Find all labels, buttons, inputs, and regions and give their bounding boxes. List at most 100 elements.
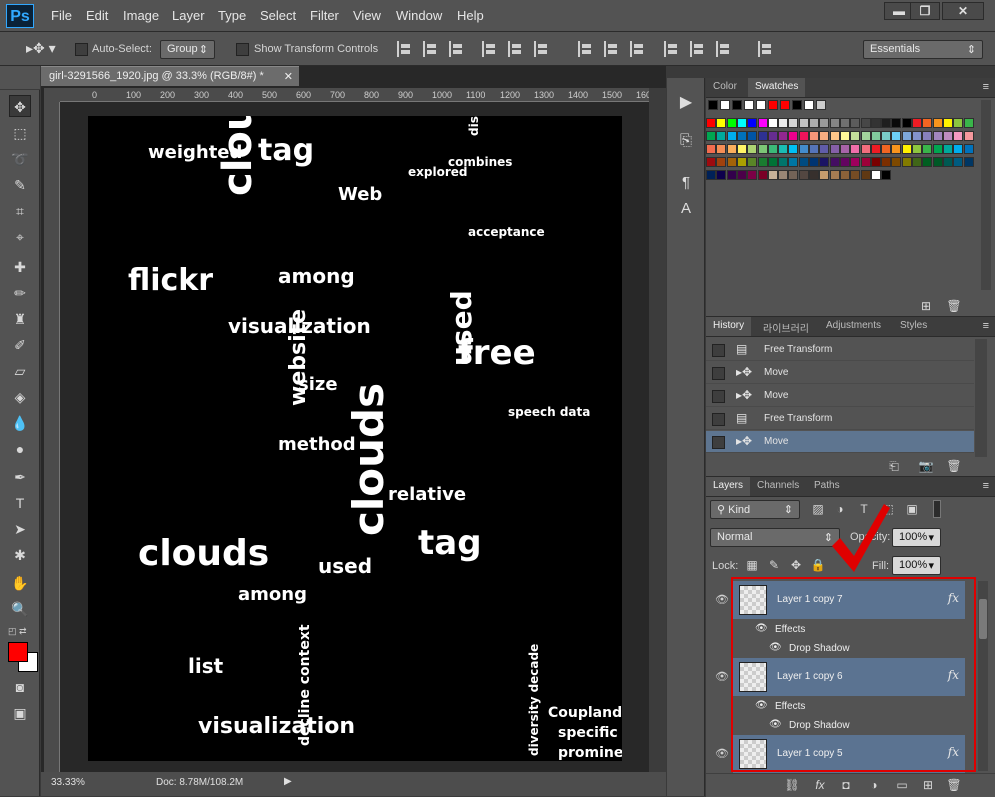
swatch[interactable] xyxy=(839,157,850,167)
swatch[interactable] xyxy=(860,144,871,154)
history-source-checkbox[interactable] xyxy=(712,413,725,426)
panel-menu-icon[interactable]: ≡ xyxy=(983,480,989,492)
swatch[interactable] xyxy=(870,118,881,128)
filter-toggle[interactable] xyxy=(933,500,941,518)
swatch[interactable] xyxy=(912,118,922,128)
new-layer-icon[interactable]: ⊞ xyxy=(920,777,936,793)
swatch[interactable] xyxy=(736,157,747,167)
swatch[interactable] xyxy=(767,157,778,167)
swatch[interactable] xyxy=(706,170,716,180)
swatch[interactable] xyxy=(932,157,943,167)
clone-stamp-tool-icon[interactable]: ♜ xyxy=(9,308,31,330)
swatch[interactable] xyxy=(922,157,933,167)
distribute-vcenter-icon[interactable] xyxy=(604,41,620,57)
tab-color[interactable]: Color xyxy=(706,78,744,97)
swatch[interactable] xyxy=(706,157,716,167)
auto-select-checkbox[interactable] xyxy=(75,43,88,56)
menu-select[interactable]: Select xyxy=(260,8,296,23)
blend-mode-dropdown[interactable]: Normal ⇕ xyxy=(710,528,840,547)
recent-swatch[interactable] xyxy=(792,100,802,110)
swatch[interactable] xyxy=(757,170,768,180)
lock-position-icon[interactable]: ✥ xyxy=(788,557,804,573)
eraser-tool-icon[interactable]: ▱ xyxy=(9,360,31,382)
swatch[interactable] xyxy=(901,131,912,141)
history-source-checkbox[interactable] xyxy=(712,367,725,380)
history-state[interactable]: ▸✥ Move xyxy=(706,385,974,407)
swatch[interactable] xyxy=(839,170,850,180)
swatch[interactable] xyxy=(798,131,809,141)
crop-tool-icon[interactable]: ⌗ xyxy=(9,200,31,222)
swatch[interactable] xyxy=(891,131,902,141)
swatch[interactable] xyxy=(870,170,881,180)
swatch[interactable] xyxy=(736,144,747,154)
history-state[interactable]: ▤ Free Transform xyxy=(706,339,974,361)
swatch[interactable] xyxy=(963,157,974,167)
recent-swatch[interactable] xyxy=(732,100,742,110)
swatch[interactable] xyxy=(767,170,778,180)
lock-transparent-icon[interactable]: ▦ xyxy=(744,557,760,573)
swatch[interactable] xyxy=(798,157,809,167)
swatch[interactable] xyxy=(757,144,768,154)
new-group-folder-icon[interactable]: ▭ xyxy=(894,777,910,793)
marquee-tool-icon[interactable]: ⬚ xyxy=(9,122,31,144)
swatch[interactable] xyxy=(819,118,830,128)
zoom-tool-icon[interactable]: 🔍 xyxy=(9,598,31,620)
lock-all-icon[interactable]: 🔒 xyxy=(810,557,826,573)
filter-smart-object-icon[interactable]: ▣ xyxy=(904,501,920,517)
pen-tool-icon[interactable]: ✒ xyxy=(9,466,31,488)
history-state[interactable]: ▸✥ Move xyxy=(706,431,974,453)
swatch[interactable] xyxy=(850,170,861,180)
swatch[interactable] xyxy=(706,144,716,154)
swatch[interactable] xyxy=(747,131,758,141)
menu-type[interactable]: Type xyxy=(218,8,246,23)
recent-swatch[interactable] xyxy=(720,100,730,110)
swatch[interactable] xyxy=(942,144,953,154)
swatch[interactable] xyxy=(839,118,850,128)
layers-scrollbar[interactable] xyxy=(978,581,988,771)
recent-swatch[interactable] xyxy=(708,100,718,110)
swatch[interactable] xyxy=(757,118,768,128)
swatch[interactable] xyxy=(881,118,892,128)
swatch[interactable] xyxy=(881,170,892,180)
swatch[interactable] xyxy=(839,144,850,154)
eyedropper-tool-icon[interactable]: ⌖ xyxy=(9,226,31,248)
swatch[interactable] xyxy=(922,144,933,154)
restore-button[interactable]: ❐ xyxy=(910,2,940,20)
quick-select-tool-icon[interactable]: ✎ xyxy=(9,174,31,196)
image-canvas[interactable]: weighted tag clouds Web visualization clouds u… xyxy=(88,116,622,761)
swatch[interactable] xyxy=(757,157,768,167)
link-layers-icon[interactable]: ⛓ xyxy=(784,777,800,793)
swatch[interactable] xyxy=(932,144,943,154)
swatch[interactable] xyxy=(767,144,778,154)
swatch[interactable] xyxy=(860,131,871,141)
tab-adjustments[interactable]: Adjustments xyxy=(819,317,888,336)
dodge-tool-icon[interactable]: ● xyxy=(9,438,31,460)
layer-visibility-eye-icon[interactable]: 👁 xyxy=(715,593,729,606)
opacity-field[interactable]: 100% ▾ xyxy=(892,528,941,547)
recent-swatch[interactable] xyxy=(756,100,766,110)
close-button[interactable]: ✕ xyxy=(942,2,984,20)
swatch[interactable] xyxy=(819,131,830,141)
tab-libraries[interactable]: 라이브러리 xyxy=(756,317,816,336)
shape-tool-icon[interactable]: ✱ xyxy=(9,544,31,566)
recent-swatch[interactable] xyxy=(768,100,778,110)
swatch[interactable] xyxy=(778,157,789,167)
swatch[interactable] xyxy=(716,170,727,180)
vertical-ruler[interactable] xyxy=(44,102,60,772)
swatch[interactable] xyxy=(881,157,892,167)
swatch[interactable] xyxy=(839,131,850,141)
swatch[interactable] xyxy=(963,131,974,141)
swatch[interactable] xyxy=(788,157,799,167)
move-tool-preset-icon[interactable]: ▸✥ ▾ xyxy=(26,40,56,57)
delete-state-icon[interactable]: 🗑 xyxy=(946,458,962,474)
swatch[interactable] xyxy=(953,144,964,154)
swatch[interactable] xyxy=(891,157,902,167)
layer-visibility-eye-icon[interactable]: 👁 xyxy=(715,747,729,760)
swatch[interactable] xyxy=(726,157,737,167)
path-selection-tool-icon[interactable]: ➤ xyxy=(9,518,31,540)
align-top-icon[interactable] xyxy=(397,41,413,57)
swatch[interactable] xyxy=(747,157,758,167)
swatch[interactable] xyxy=(860,157,871,167)
swatch[interactable] xyxy=(942,157,953,167)
history-source-checkbox[interactable] xyxy=(712,390,725,403)
